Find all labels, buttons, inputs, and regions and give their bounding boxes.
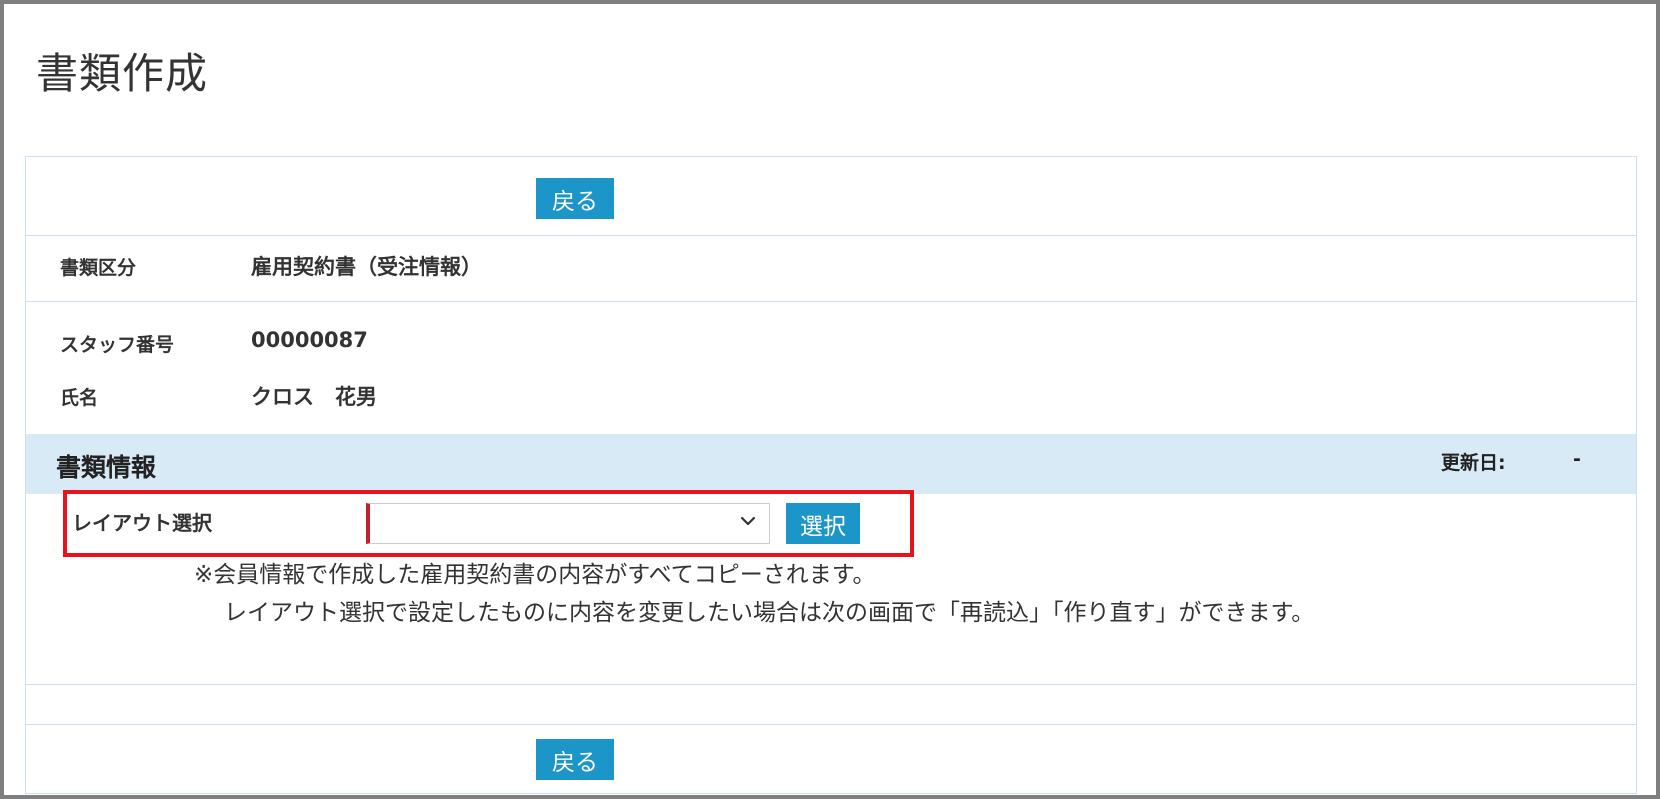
note-line-2: レイアウト選択で設定したものに内容を変更したい場合は次の画面で「再読込」「作り直… bbox=[224, 600, 1315, 626]
select-button[interactable]: 選択 bbox=[786, 503, 860, 544]
layout-select-label: レイアウト選択 bbox=[72, 511, 212, 535]
document-info-header: 書類情報 更新日: - bbox=[26, 434, 1636, 494]
back-button-bottom[interactable]: 戻る bbox=[536, 739, 614, 780]
document-form-panel: 戻る 書類区分 雇用契約書（受注情報） スタッフ番号 00000087 氏名 ク… bbox=[25, 156, 1637, 794]
note-line-1: ※会員情報で作成した雇用契約書の内容がすべてコピーされます。 bbox=[194, 562, 876, 588]
divider bbox=[26, 235, 1636, 236]
document-info-title: 書類情報 bbox=[56, 453, 157, 482]
divider bbox=[26, 301, 1636, 302]
staff-name-value: クロス 花男 bbox=[251, 385, 377, 409]
document-type-value: 雇用契約書（受注情報） bbox=[251, 255, 482, 279]
window-frame: 書類作成 戻る 書類区分 雇用契約書（受注情報） スタッフ番号 00000087… bbox=[0, 0, 1660, 799]
document-type-label: 書類区分 bbox=[60, 257, 137, 279]
updated-date-value: - bbox=[1573, 448, 1581, 470]
back-button-top[interactable]: 戻る bbox=[536, 178, 614, 219]
staff-number-label: スタッフ番号 bbox=[60, 334, 175, 356]
page-title: 書類作成 bbox=[36, 49, 209, 98]
staff-name-label: 氏名 bbox=[60, 387, 99, 409]
chevron-down-icon bbox=[740, 516, 756, 526]
staff-number-value: 00000087 bbox=[251, 328, 368, 352]
divider bbox=[26, 724, 1636, 725]
layout-select[interactable] bbox=[366, 503, 770, 544]
divider bbox=[26, 684, 1636, 685]
updated-date-label: 更新日: bbox=[1441, 452, 1506, 474]
